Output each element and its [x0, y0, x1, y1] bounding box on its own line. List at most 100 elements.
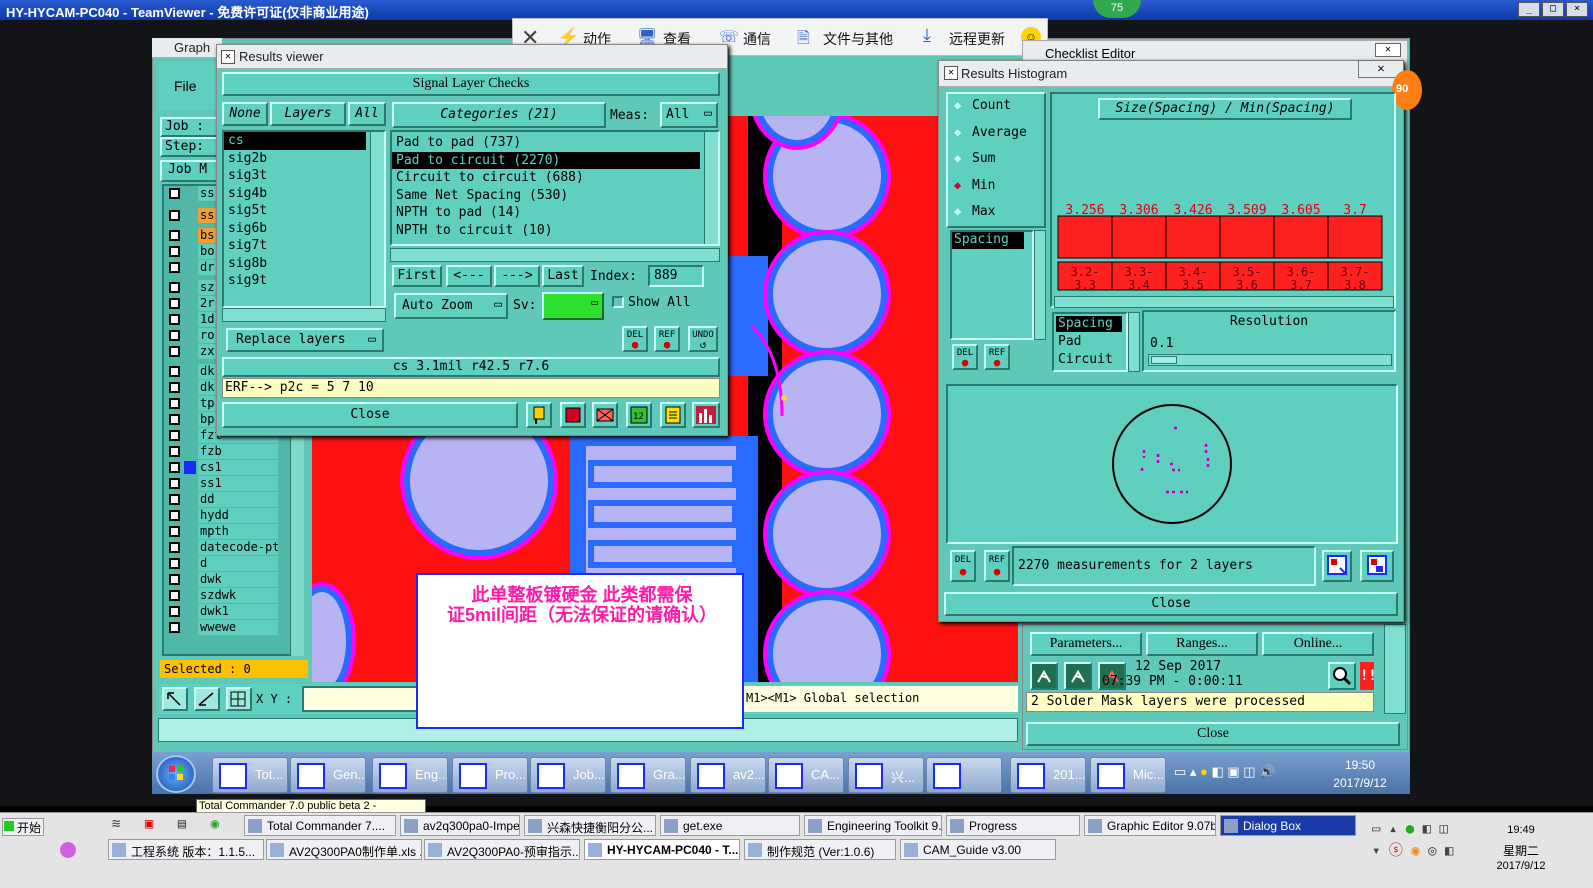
local-task-button[interactable]: Total Commander 7.... — [244, 815, 396, 836]
network-icon[interactable]: ● — [1200, 764, 1208, 779]
histogram-bar[interactable] — [1219, 215, 1275, 259]
histogram-bar[interactable] — [1327, 215, 1383, 259]
layer-checkbox[interactable] — [169, 574, 180, 585]
local-task-button[interactable]: get.exe — [660, 815, 800, 836]
remote-task-button[interactable]: Tot... — [212, 757, 288, 793]
layer-checkbox[interactable] — [169, 462, 180, 473]
checklist-scrollbar[interactable] — [1384, 624, 1406, 714]
layer-row[interactable]: dwk1 — [166, 604, 278, 620]
job-m-label[interactable]: Job M — [160, 160, 222, 182]
layer-list-item[interactable]: sig3t — [224, 167, 366, 185]
type-spacing[interactable]: Spacing — [1056, 316, 1122, 332]
stat-option-label[interactable]: Average — [972, 125, 1027, 140]
layer-row[interactable]: dd — [166, 492, 278, 508]
layer-list-item[interactable]: sig7t — [224, 237, 366, 255]
local-task-button[interactable]: AV2Q300PA0制作单.xls ... — [266, 839, 422, 860]
numbered-list-icon[interactable]: 12 — [626, 402, 652, 428]
layer-row[interactable]: dwk — [166, 572, 278, 588]
minimize-button[interactable]: _ — [1518, 2, 1540, 17]
measure-icon[interactable] — [194, 687, 220, 711]
none-button[interactable]: None — [222, 102, 268, 126]
import-icon[interactable] — [1360, 550, 1394, 582]
no-ref-icon[interactable] — [592, 402, 618, 428]
layer-checkbox[interactable] — [169, 526, 180, 537]
metric-scrollbar[interactable] — [1034, 230, 1046, 340]
toolbar-remote-update[interactable]: 远程更新 — [949, 29, 1005, 49]
category-listbox-scrollbar[interactable] — [704, 132, 718, 244]
local-task-button[interactable]: 兴森快捷衡阳分公... — [524, 815, 656, 836]
magnifier-icon[interactable] — [1328, 662, 1356, 690]
layer-checkbox[interactable] — [169, 314, 180, 325]
local-task-button[interactable]: Progress — [946, 815, 1080, 836]
run-all-icon[interactable] — [1064, 662, 1092, 690]
type-listbox[interactable]: Spacing Pad Circuit — [1052, 312, 1128, 372]
histogram-bar[interactable] — [1165, 215, 1221, 259]
ranges-button[interactable]: Ranges... — [1146, 632, 1258, 656]
remote-task-button[interactable]: CA... — [768, 757, 844, 793]
layer-list-item[interactable]: sig2b — [224, 150, 366, 168]
category-item[interactable]: Circuit to circuit (688) — [392, 169, 700, 187]
metric-listbox[interactable]: Spacing — [950, 230, 1034, 340]
remote-task-button[interactable]: Job... — [530, 757, 606, 793]
radio-diamond-icon[interactable]: ◆ — [954, 178, 968, 192]
radio-diamond-icon[interactable]: ◆ — [954, 151, 968, 165]
hist-del-top-button[interactable]: DEL ● — [952, 344, 978, 370]
remote-task-button[interactable]: 201... — [1010, 757, 1086, 793]
layer-checkbox[interactable] — [169, 590, 180, 601]
all-button[interactable]: All — [348, 102, 386, 126]
local-task-button[interactable]: HY-HYCAM-PC040 - T... — [584, 839, 740, 860]
layer-checkbox[interactable] — [169, 542, 180, 553]
close-button[interactable]: × — [1566, 2, 1588, 17]
flag-icon[interactable] — [526, 402, 552, 428]
prev-button[interactable]: <--- — [446, 265, 492, 287]
layer-checkbox[interactable] — [169, 430, 180, 441]
resolution-slider[interactable] — [1148, 354, 1392, 366]
toolbar-communication[interactable]: 通信 — [743, 29, 771, 49]
layer-checkbox[interactable] — [169, 478, 180, 489]
layer-row[interactable]: fzb — [166, 444, 278, 460]
file-menu[interactable]: File — [174, 78, 197, 94]
layer-checkbox[interactable] — [169, 188, 180, 199]
report-icon[interactable] — [660, 402, 686, 428]
type-circuit[interactable]: Circuit — [1058, 352, 1113, 367]
type-scrollbar[interactable] — [1128, 312, 1140, 372]
category-item[interactable]: Pad to pad (737) — [392, 134, 700, 152]
local-task-button[interactable]: Dialog Box — [1220, 815, 1356, 836]
histogram-icon[interactable] — [692, 402, 720, 428]
hist-ref-button[interactable]: REF ● — [984, 550, 1010, 582]
index-input[interactable]: 889 — [648, 265, 704, 287]
undo-button[interactable]: UNDO ↺ — [688, 326, 718, 352]
layer-checkbox[interactable] — [169, 414, 180, 425]
layer-checkbox[interactable] — [169, 262, 180, 273]
layer-red-icon[interactable] — [560, 402, 586, 428]
layer-checkbox[interactable] — [169, 558, 180, 569]
layer-listbox[interactable]: cs sig2b sig3t sig4b sig5t sig6b sig7t sig8b sig… — [222, 130, 386, 308]
remote-task-button[interactable]: Mic... — [1090, 757, 1166, 793]
local-task-button[interactable]: Graphic Editor 9.07b... — [1084, 815, 1216, 836]
resolution-slider-thumb[interactable] — [1151, 356, 1177, 364]
layer-list-item[interactable]: cs — [224, 132, 366, 150]
layer-list-item[interactable]: sig6b — [224, 220, 366, 238]
first-button[interactable]: First — [392, 265, 442, 287]
layer-checkbox[interactable] — [169, 210, 180, 221]
category-listbox-hscroll[interactable] — [390, 248, 720, 262]
layer-row[interactable]: datecode-pte — [166, 540, 278, 556]
checklist-close-icon[interactable]: ✕ — [1375, 43, 1401, 57]
stat-option-label[interactable]: Sum — [972, 151, 995, 166]
start-orb-icon[interactable] — [156, 755, 196, 793]
layer-checkbox[interactable] — [169, 246, 180, 257]
category-item[interactable]: Pad to circuit (2270) — [392, 151, 700, 169]
ref-button[interactable]: REF ● — [654, 326, 680, 352]
results-close-button[interactable]: Close — [222, 402, 518, 428]
layer-list-item[interactable]: sig8b — [224, 255, 366, 273]
hist-ref-top-button[interactable]: REF ● — [984, 344, 1010, 370]
layer-list-item[interactable]: sig4b — [224, 185, 366, 203]
local-task-button[interactable]: 工程系统 版本：1.1.5... — [108, 839, 264, 860]
local-task-button[interactable]: av2q300pa0-Impeda... — [400, 815, 520, 836]
layer-row[interactable]: ss1 — [166, 476, 278, 492]
layer-checkbox[interactable] — [169, 382, 180, 393]
layer-row[interactable]: hydd — [166, 508, 278, 524]
run-icon[interactable] — [1030, 662, 1058, 690]
last-button[interactable]: Last — [542, 265, 584, 287]
layer-checkbox[interactable] — [169, 398, 180, 409]
